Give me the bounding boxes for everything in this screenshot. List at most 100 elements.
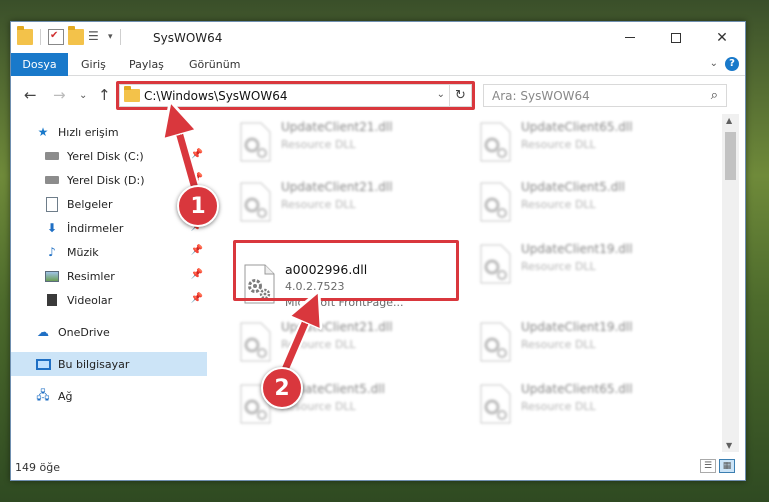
pin-icon[interactable]: 📌	[191, 269, 203, 280]
pin-icon[interactable]: 📌	[191, 293, 203, 304]
sidebar-item-label: Yerel Disk (D:)	[67, 173, 145, 187]
file-type: Resource DLL	[521, 338, 596, 351]
file-item[interactable]: UpdateClient65.dll Resource DLL	[473, 114, 693, 170]
file-name: UpdateClient21.dll	[281, 180, 393, 194]
dll-file-icon	[240, 182, 271, 222]
file-name: UpdateClient21.dll	[281, 320, 393, 334]
close-icon: ✕	[716, 29, 728, 46]
properties-icon[interactable]	[48, 29, 64, 45]
forward-arrow-icon[interactable]: →	[53, 86, 66, 104]
folder-icon[interactable]	[17, 26, 33, 45]
this-pc-icon	[35, 356, 51, 372]
file-type: Resource DLL	[521, 400, 596, 413]
file-name: UpdateClient65.dll	[521, 382, 633, 396]
pin-icon[interactable]: 📌	[191, 149, 203, 160]
pin-icon[interactable]: 📌	[191, 245, 203, 256]
sidebar-item-label: Videolar	[67, 293, 113, 307]
maximize-icon	[671, 32, 681, 43]
file-type: Resource DLL	[521, 138, 596, 151]
sidebar-item-videos[interactable]: Videolar 📌	[11, 288, 207, 312]
back-arrow-icon[interactable]: ←	[24, 86, 37, 104]
file-highlight-box	[233, 240, 459, 301]
navigation-bar: ← → ⌄ ↑ C:\Windows\SysWOW64 ⌄ ↻ Ara: Sys…	[11, 76, 745, 114]
file-type: Resource DLL	[521, 260, 596, 273]
music-icon: ♪	[48, 245, 56, 259]
downloads-icon: ⬇	[46, 221, 58, 235]
sidebar-item-local-disk-d[interactable]: Yerel Disk (D:) 📌	[11, 168, 207, 192]
drive-icon	[44, 172, 60, 188]
new-folder-icon[interactable]	[68, 26, 84, 45]
file-name: UpdateClient19.dll	[521, 242, 633, 256]
file-type: Resource DLL	[281, 138, 356, 151]
item-count: 149 öğe	[15, 461, 60, 474]
expand-ribbon-icon[interactable]: ⌄	[710, 58, 718, 69]
scroll-up-icon[interactable]: ▲	[726, 116, 732, 125]
star-icon: ★	[37, 125, 49, 139]
sidebar-item-music[interactable]: ♪ Müzik 📌	[11, 240, 207, 264]
recent-locations-chevron-icon[interactable]: ⌄	[79, 90, 87, 101]
sidebar-item-label: Belgeler	[67, 197, 113, 211]
file-item[interactable]: UpdateClient19.dll Resource DLL	[473, 314, 693, 370]
dll-file-icon	[240, 322, 271, 362]
file-item[interactable]: UpdateClient21.dll Resource DLL	[233, 114, 453, 170]
dll-file-icon	[480, 384, 511, 424]
status-bar: 149 öğe ☰ ▦	[11, 454, 745, 480]
dll-file-icon	[480, 322, 511, 362]
file-explorer-window: ☰ ▾ SysWOW64 ✕ Dosya Giriş Paylaş Görünü…	[10, 21, 746, 481]
step-1-badge: 1	[177, 185, 219, 227]
sidebar-item-label: Ağ	[58, 389, 73, 403]
sidebar-item-downloads[interactable]: ⬇ İndirmeler 📌	[11, 216, 207, 240]
navigation-pane: ★ Hızlı erişim Yerel Disk (C:) 📌 Yerel D…	[11, 114, 207, 452]
vertical-scrollbar[interactable]: ▲ ▼	[722, 114, 739, 452]
sidebar-item-quick-access[interactable]: ★ Hızlı erişim	[11, 120, 207, 144]
onedrive-icon: ☁	[37, 325, 49, 339]
sidebar-item-label: OneDrive	[58, 325, 110, 339]
rename-icon[interactable]: ☰	[88, 29, 104, 45]
scroll-down-icon[interactable]: ▼	[726, 441, 732, 450]
tab-home[interactable]: Giriş	[71, 53, 116, 76]
up-arrow-icon[interactable]: ↑	[98, 86, 111, 104]
dll-file-icon	[480, 244, 511, 284]
help-icon[interactable]: ?	[725, 57, 739, 71]
tab-share[interactable]: Paylaş	[119, 53, 174, 76]
sidebar-item-onedrive[interactable]: ☁ OneDrive	[11, 320, 207, 344]
search-placeholder: Ara: SysWOW64	[492, 89, 590, 103]
file-name: UpdateClient5.dll	[521, 180, 625, 194]
search-input[interactable]: Ara: SysWOW64 ⌕	[483, 84, 727, 107]
search-icon[interactable]: ⌕	[711, 88, 718, 103]
file-item[interactable]: UpdateClient65.dll Resource DLL	[473, 376, 693, 432]
file-name: UpdateClient19.dll	[521, 320, 633, 334]
customize-toolbar-icon[interactable]: ▾	[108, 32, 113, 42]
sidebar-item-pictures[interactable]: Resimler 📌	[11, 264, 207, 288]
ribbon-tabs: Dosya Giriş Paylaş Görünüm ⌄ ?	[11, 53, 745, 76]
sidebar-item-this-pc[interactable]: Bu bilgisayar	[11, 352, 207, 376]
documents-icon	[44, 196, 60, 212]
tab-file[interactable]: Dosya	[11, 53, 68, 76]
videos-icon	[44, 292, 60, 308]
dll-file-icon	[480, 122, 511, 162]
file-item[interactable]: UpdateClient21.dll Resource DLL	[233, 314, 453, 370]
sidebar-item-local-disk-c[interactable]: Yerel Disk (C:) 📌	[11, 144, 207, 168]
dll-file-icon	[240, 122, 271, 162]
close-button[interactable]: ✕	[699, 22, 745, 53]
file-item[interactable]: UpdateClient19.dll Resource DLL	[473, 236, 693, 292]
file-name: UpdateClient65.dll	[521, 120, 633, 134]
sidebar-item-network[interactable]: 🖧 Ağ	[11, 384, 207, 408]
file-item[interactable]: UpdateClient5.dll Resource DLL	[473, 174, 693, 230]
dll-file-icon	[480, 182, 511, 222]
toolbar-divider	[40, 29, 41, 45]
tiles-view-icon[interactable]: ▦	[719, 459, 735, 473]
toolbar-divider	[119, 29, 121, 45]
pin-icon[interactable]: 📌	[191, 173, 203, 184]
scroll-thumb[interactable]	[725, 132, 736, 180]
tab-view[interactable]: Görünüm	[179, 53, 250, 76]
file-item[interactable]: UpdateClient21.dll Resource DLL	[233, 174, 453, 230]
details-view-icon[interactable]: ☰	[700, 459, 716, 473]
minimize-button[interactable]	[607, 22, 653, 53]
maximize-button[interactable]	[653, 22, 699, 53]
view-switcher: ☰ ▦	[700, 459, 735, 473]
file-type: Resource DLL	[281, 338, 356, 351]
sidebar-item-label: İndirmeler	[67, 221, 124, 235]
address-highlight-box	[116, 81, 475, 110]
window-title: SysWOW64	[153, 31, 223, 45]
